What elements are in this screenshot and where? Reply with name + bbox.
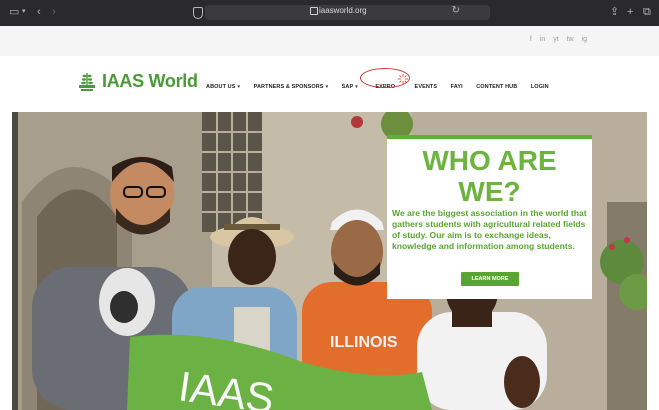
address-bar[interactable]: iaasworld.org ↻ <box>205 5 490 20</box>
card-body: We are the biggest association in the wo… <box>392 208 587 251</box>
card-title: WHO ARE WE? <box>387 145 592 207</box>
nav-label: PARTNERS & SPONSORS <box>253 84 324 90</box>
site-header: IAAS World ABOUT US ▾ PARTNERS & SPONSORS… <box>0 56 659 112</box>
url-text: iaasworld.org <box>319 6 367 15</box>
nav-label: LOGIN <box>530 84 549 90</box>
social-bar: f in yt tw ig <box>0 26 659 56</box>
nav-label: SAP <box>341 84 354 90</box>
nav-partners-sponsors[interactable]: PARTNERS & SPONSORS ▾ <box>254 84 329 90</box>
nav-content-hub[interactable]: CONTENT HUB <box>476 84 517 90</box>
twitter-icon[interactable]: tw <box>567 36 574 43</box>
nav-fayi[interactable]: FAYI <box>451 84 463 90</box>
share-icon[interactable]: ⇪ <box>610 5 619 19</box>
shirt-text: ILLINOIS <box>330 334 398 351</box>
nav-events[interactable]: EVENTS <box>415 84 438 90</box>
card-title-line2: WE? <box>458 176 521 207</box>
nav-label: CONTENT HUB <box>476 84 518 90</box>
youtube-icon[interactable]: yt <box>553 36 558 43</box>
privacy-shield-icon[interactable] <box>193 7 203 19</box>
back-icon[interactable]: ‹ <box>37 5 41 19</box>
chevron-down-icon: ▾ <box>355 84 358 90</box>
nav-label: ABOUT US <box>206 84 236 90</box>
social-links: f in yt tw ig <box>524 36 587 43</box>
linkedin-icon[interactable]: in <box>540 36 545 43</box>
chevron-down-icon[interactable]: ▾ <box>22 5 26 19</box>
logo-text: IAAS World <box>102 71 198 91</box>
reload-icon[interactable]: ↻ <box>452 5 460 16</box>
tab-overview-icon[interactable]: ⧉ <box>643 5 651 19</box>
lock-icon <box>310 7 318 15</box>
logo-wheat-icon <box>79 73 95 91</box>
facebook-icon[interactable]: f <box>530 36 532 43</box>
nav-login[interactable]: LOGIN <box>531 84 549 90</box>
nav-about-us[interactable]: ABOUT US ▾ <box>206 84 240 90</box>
nav-sap[interactable]: SAP ▾ <box>342 84 358 90</box>
new-tab-icon[interactable]: + <box>627 5 633 19</box>
card-title-line1: WHO ARE <box>422 145 557 176</box>
nav-label: FAYI <box>450 84 463 90</box>
who-are-we-card: WHO ARE WE? We are the biggest associati… <box>387 135 592 299</box>
forward-icon[interactable]: › <box>52 5 56 19</box>
browser-toolbar: ▭ ▾ ‹ › iaasworld.org ↻ ⇪ + ⧉ <box>0 0 659 26</box>
sidebar-toggle-icon[interactable]: ▭ <box>9 5 19 19</box>
nav-label: EVENTS <box>414 84 438 90</box>
chevron-down-icon: ▾ <box>325 84 329 90</box>
learn-more-button[interactable]: LEARN MORE <box>461 272 519 286</box>
instagram-icon[interactable]: ig <box>582 36 587 43</box>
annotation-sparkle-icon <box>398 74 408 84</box>
chevron-down-icon: ▾ <box>237 84 241 90</box>
